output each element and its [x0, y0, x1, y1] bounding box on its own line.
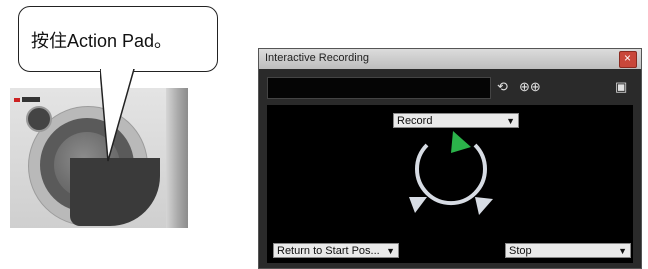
left-arrow-icon [409, 197, 427, 213]
refresh-icon[interactable]: ⟲ [497, 78, 508, 96]
close-button[interactable]: × [619, 51, 637, 68]
return-to-start-label: Return to Start Pos... [277, 245, 380, 257]
toolbar-field[interactable] [267, 77, 491, 99]
callout-tail [100, 69, 135, 162]
return-to-start-dropdown[interactable]: Return to Start Pos... ▼ [273, 243, 399, 258]
device-illustration [10, 88, 188, 228]
window-titlebar[interactable]: Interactive Recording × [259, 49, 641, 69]
device-edge [166, 88, 188, 228]
chevron-down-icon: ▼ [386, 246, 395, 256]
recording-panel: Record ▼ Return to Start Pos... ▼ Stop ▼ [267, 105, 633, 263]
stop-label: Stop [509, 245, 532, 257]
interactive-recording-window: Interactive Recording × ⟲ ⊕⊕ ▣ Record ▼ … [258, 48, 642, 269]
record-cycle-diagram [409, 131, 493, 215]
chevron-down-icon: ▼ [618, 246, 627, 256]
device-label [22, 97, 40, 102]
red-indicator [14, 98, 20, 102]
stop-dropdown[interactable]: Stop ▼ [505, 243, 631, 258]
callout-bubble: 按住Action Pad。 [18, 6, 218, 72]
right-arrow-icon [475, 197, 493, 215]
toolbar: ⟲ ⊕⊕ ▣ [267, 77, 633, 99]
green-arrow-icon [451, 131, 471, 153]
maximize-icon[interactable]: ▣ [615, 78, 627, 96]
window-title: Interactive Recording [265, 52, 369, 64]
callout-text: 按住Action Pad。 [31, 31, 173, 51]
close-icon: × [624, 51, 632, 65]
device-small-button [26, 106, 52, 132]
zoom-icons[interactable]: ⊕⊕ [519, 78, 541, 96]
chevron-down-icon: ▼ [506, 116, 515, 126]
